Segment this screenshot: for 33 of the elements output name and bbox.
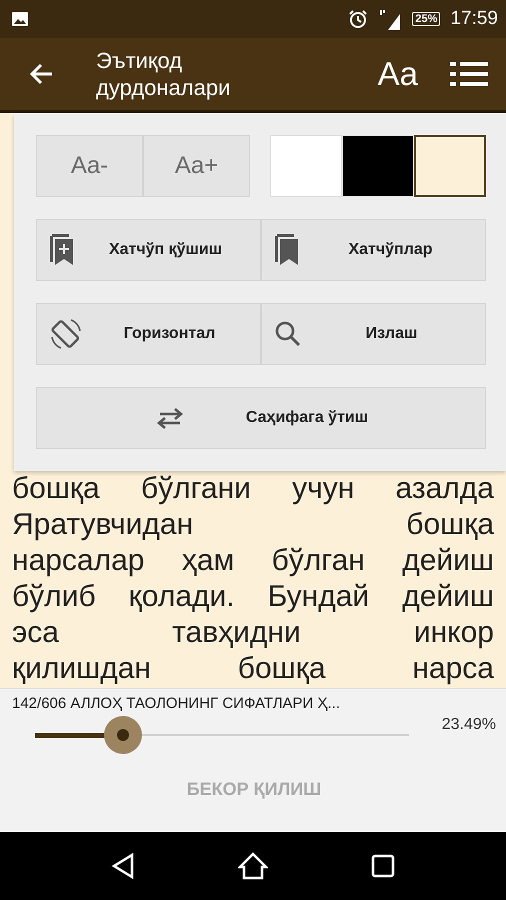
- search-button[interactable]: Излаш: [261, 303, 486, 365]
- slider-thumb[interactable]: [104, 716, 142, 754]
- reading-line: бўлиб қолади. Бундай дейиш: [12, 579, 494, 615]
- reading-line: эса тавҳидни инкор: [12, 615, 494, 651]
- signal-icon: [378, 8, 402, 30]
- battery-level: 25%: [412, 12, 440, 26]
- rotate-button[interactable]: Горизонтал: [36, 303, 261, 365]
- search-icon: [274, 320, 302, 348]
- font-smaller-button[interactable]: Aa-: [36, 135, 143, 197]
- bookmark-add-button[interactable]: Хатчўп қўшиш: [36, 219, 261, 281]
- theme-swatch[interactable]: [414, 135, 486, 197]
- chapter-title: 142/606 АЛЛОҲ ТАОЛОНИНГ СИФАТЛАРИ Ҳ...: [12, 695, 342, 712]
- back-nav-icon[interactable]: [111, 853, 136, 879]
- recents-nav-icon[interactable]: [370, 854, 395, 878]
- alarm-clock-icon: [348, 9, 368, 29]
- clock-time: 17:59: [450, 8, 498, 30]
- book-title: Эътиқод дурдоналари: [96, 47, 232, 101]
- reading-line: бошқа бўлгани учун азалда: [12, 471, 494, 507]
- screen-rotation-icon: [49, 317, 83, 351]
- font-larger-button[interactable]: Aa+: [143, 135, 250, 197]
- swap-button[interactable]: Саҳифага ўтиш: [36, 387, 486, 449]
- reading-line: қилишдан бошқа нарса: [12, 651, 494, 687]
- font-settings-button[interactable]: Aa: [378, 55, 418, 93]
- menu-list-icon[interactable]: [450, 60, 488, 88]
- bookmarks-button[interactable]: Хатчўплар: [261, 219, 486, 281]
- reading-line: нарсалар ҳам бўлган дейиш: [12, 543, 494, 579]
- home-nav-icon[interactable]: [238, 852, 268, 880]
- bookmark-add-icon: [49, 234, 75, 266]
- progress-percent: 23.49%: [442, 716, 496, 734]
- image-icon: [12, 12, 28, 26]
- bookmarks-icon: [274, 234, 300, 266]
- progress-slider[interactable]: [35, 716, 409, 754]
- reading-line: Яратувчидан бошқа: [12, 507, 494, 543]
